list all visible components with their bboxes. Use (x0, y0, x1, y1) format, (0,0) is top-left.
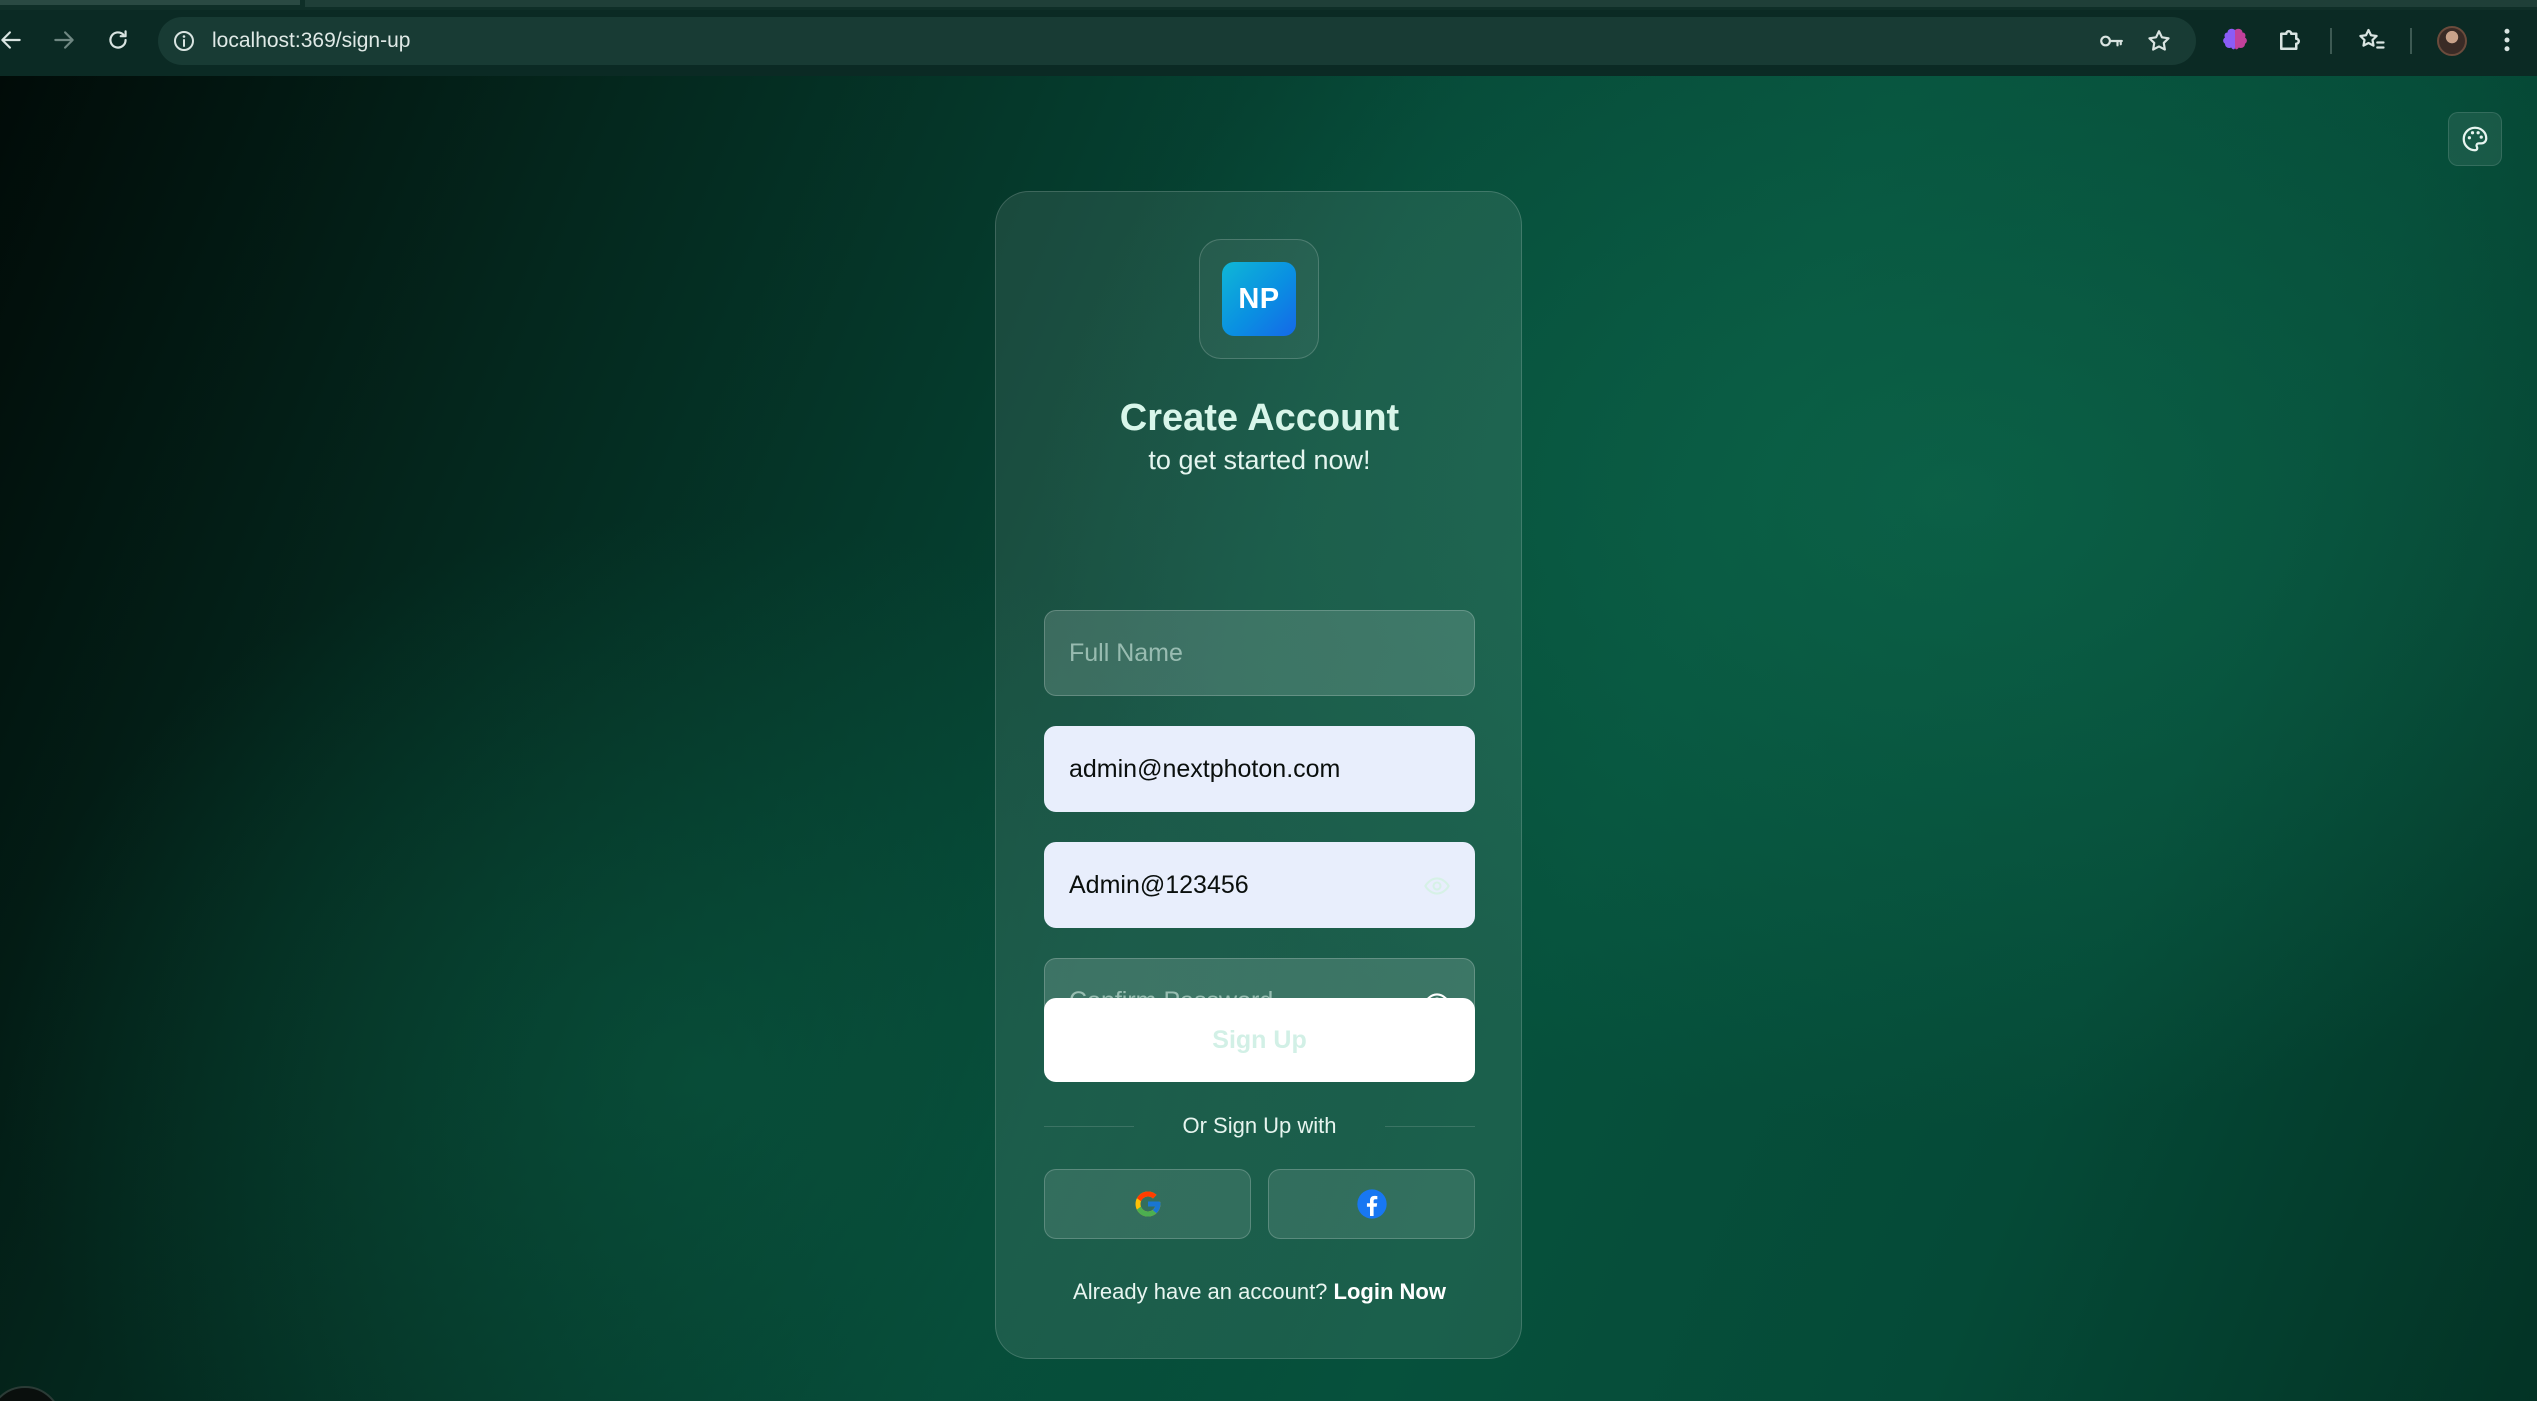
tab-active[interactable] (305, 0, 2537, 7)
signup-card: NP Create Account to get started now! Si… (995, 191, 1522, 1359)
star-list-icon[interactable] (2356, 25, 2386, 55)
profile-avatar[interactable] (2437, 26, 2467, 56)
google-icon (1135, 1191, 1160, 1217)
forward-button[interactable] (45, 21, 83, 59)
address-bar[interactable]: localhost:369/sign-up (158, 17, 2196, 65)
palette-icon (2462, 126, 2488, 152)
toolbar-divider (2330, 28, 2332, 54)
brain-extension-icon[interactable] (2220, 25, 2250, 55)
email-input[interactable] (1045, 727, 1474, 811)
facebook-icon (1356, 1189, 1387, 1219)
app-logo: NP (1222, 262, 1296, 336)
puzzle-icon[interactable] (2275, 25, 2305, 55)
reload-icon (109, 30, 127, 49)
page-subtitle: to get started now! (1148, 445, 1371, 475)
arrow-right-icon (54, 31, 74, 49)
reload-button[interactable] (99, 21, 137, 59)
info-icon[interactable] (172, 29, 196, 53)
theme-button[interactable] (2448, 112, 2502, 166)
page-title: Create Account (1119, 397, 1400, 439)
facebook-signup-button[interactable] (1268, 1169, 1475, 1239)
full-name-field[interactable] (1044, 610, 1475, 696)
password-input[interactable] (1045, 843, 1474, 927)
tab-strip (0, 0, 2537, 10)
login-now-link[interactable]: Login Now (1334, 1279, 1446, 1304)
tab-inactive[interactable] (0, 0, 300, 5)
logo-text: NP (1238, 282, 1280, 315)
toggle-password-visibility[interactable] (1422, 871, 1452, 901)
browser-toolbar: localhost:369/sign-up (0, 0, 2537, 76)
eye-icon (1424, 877, 1450, 895)
toolbar-divider (2410, 28, 2412, 54)
arrow-left-icon (1, 31, 21, 49)
email-field[interactable] (1044, 726, 1475, 812)
page-background: NP Create Account to get started now! Si… (0, 76, 2537, 1401)
key-icon[interactable] (2098, 28, 2124, 54)
sign-up-button[interactable]: Sign Up (1044, 998, 1475, 1082)
google-signup-button[interactable] (1044, 1169, 1251, 1239)
logo-frame: NP (1199, 239, 1319, 359)
star-icon[interactable] (2146, 28, 2172, 54)
full-name-input[interactable] (1045, 611, 1474, 695)
login-prompt: Already have an account? Login Now (996, 1279, 1523, 1305)
divider-text: Or Sign Up with (1182, 1113, 1337, 1138)
login-prompt-text: Already have an account? (1073, 1279, 1328, 1304)
url-text[interactable]: localhost:369/sign-up (212, 17, 410, 65)
back-button[interactable] (0, 21, 30, 59)
password-field[interactable] (1044, 842, 1475, 928)
floating-widget[interactable] (0, 1386, 62, 1401)
kebab-menu-icon[interactable] (2492, 25, 2522, 55)
